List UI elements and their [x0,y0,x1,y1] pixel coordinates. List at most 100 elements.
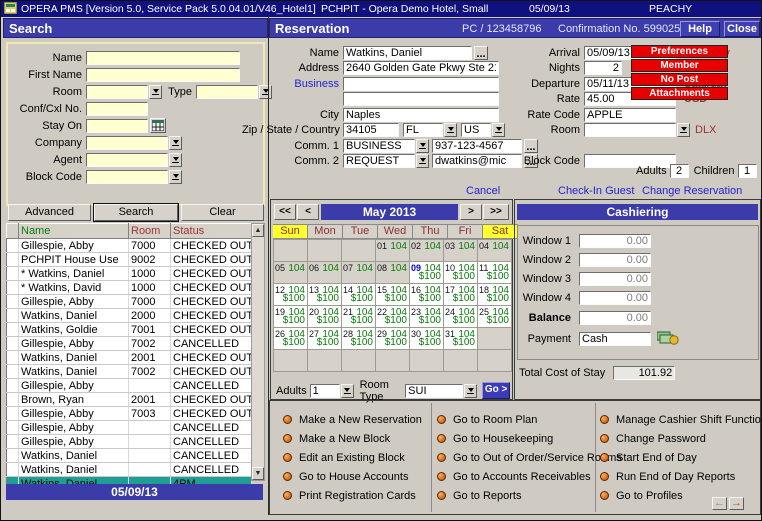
reservation-flag-button[interactable]: Member [631,59,728,72]
calendar-day-cell[interactable]: 12 104 $100 [274,284,308,306]
calendar-day-cell[interactable]: 16 104 $100 [410,284,444,306]
search-company-input[interactable] [86,136,168,150]
reservation-flag-button[interactable]: Preferences [631,45,728,58]
calendar-day-cell[interactable] [410,350,444,372]
result-row[interactable]: Gillespie, Abby 7000 CHECKED OUT [7,239,252,253]
calendar-day-cell[interactable] [308,350,342,372]
result-row[interactable]: Brown, Ryan 2001 CHECKED OUT [7,393,252,407]
calendar-day-cell[interactable]: 24 104 $100 [444,306,478,328]
menu-link[interactable]: Go to House Accounts [283,467,422,486]
next-month-button[interactable]: > [460,204,482,220]
calendar-day-cell[interactable]: 09 104 $100 [410,262,444,284]
menu-link[interactable]: Go to Out of Order/Service Rooms [437,448,622,467]
comm1-type-input[interactable] [343,139,415,153]
result-row[interactable]: Watkins, Daniel CANCELLED [7,463,252,477]
res-zip-input[interactable] [343,123,399,137]
menu-link[interactable]: Make a New Block [283,429,422,448]
window-amount-field[interactable] [579,253,651,267]
help-button[interactable]: Help [680,21,720,37]
res-address2-input[interactable] [343,92,499,106]
result-row[interactable]: Watkins, Daniel 7002 CHECKED OUT [7,365,252,379]
calendar-day-cell[interactable]: 30 104 $100 [410,328,444,350]
calendar-day-cell[interactable]: 17 104 $100 [444,284,478,306]
comm2-dropdown-button[interactable] [416,154,429,168]
calendar-day-cell[interactable]: 03 104 [444,240,478,262]
menu-link[interactable]: Go to Room Plan [437,410,622,429]
calendar-day-cell[interactable] [478,350,512,372]
state-dropdown-button[interactable] [444,123,457,137]
comm1-dropdown-button[interactable] [416,139,429,153]
name-lookup-button[interactable]: ... [474,46,488,60]
calendar-day-cell[interactable]: 07 104 [342,262,376,284]
room-dropdown-button[interactable] [149,85,162,99]
calendar-day-cell[interactable]: 11 104 $100 [478,262,512,284]
calendar-day-cell[interactable]: 21 104 $100 [342,306,376,328]
calendar-day-cell[interactable] [342,240,376,262]
result-row[interactable]: Gillespie, Abby CANCELLED [7,421,252,435]
menu-link[interactable]: Go to Housekeeping [437,429,622,448]
payment-field[interactable] [579,332,651,346]
calendar-day-cell[interactable] [444,350,478,372]
comm1-value-input[interactable] [432,139,522,153]
calendar-day-cell[interactable]: 15 104 $100 [376,284,410,306]
result-row[interactable]: Gillespie, Abby 7000 CHECKED OUT [7,295,252,309]
menu-link[interactable]: Change Password [600,429,762,448]
company-dropdown-button[interactable] [169,136,182,150]
search-type-input[interactable] [196,85,258,99]
go-button[interactable]: Go > [482,382,510,399]
calendar-day-cell[interactable]: 20 104 $100 [308,306,342,328]
search-block-code-input[interactable] [86,170,168,184]
search-agent-input[interactable] [86,153,168,167]
room-number-dropdown-button[interactable] [677,123,690,137]
calendar-day-cell[interactable] [478,328,512,350]
res-country-input[interactable] [461,123,491,137]
search-name-input[interactable] [86,51,240,65]
calendar-day-cell[interactable] [376,350,410,372]
agent-dropdown-button[interactable] [169,153,182,167]
menu-link[interactable]: Manage Cashier Shift Functions [600,410,762,429]
res-name-input[interactable] [343,46,472,60]
menu-link[interactable]: Go to Reports [437,486,622,505]
calendar-day-cell[interactable]: 28 104 $100 [342,328,376,350]
res-city-input[interactable] [343,108,499,122]
calendar-day-cell[interactable]: 06 104 [308,262,342,284]
calendar-day-cell[interactable]: 02 104 [410,240,444,262]
search-room-input[interactable] [86,85,148,99]
prev-year-button[interactable]: << [274,204,296,220]
cal-room-type-input[interactable] [405,384,463,398]
reservation-flag-button[interactable]: Attachments [631,87,728,100]
calendar-day-cell[interactable] [274,240,308,262]
calendar-day-cell[interactable] [274,350,308,372]
check-in-guest-link[interactable]: Check-In Guest [558,185,634,197]
menu-link[interactable]: Make a New Reservation [283,410,422,429]
menu-link[interactable]: Start End of Day [600,448,762,467]
column-name[interactable]: Name [19,224,129,239]
calendar-day-cell[interactable]: 08 104 [376,262,410,284]
calendar-day-cell[interactable]: 14 104 $100 [342,284,376,306]
menu-link[interactable]: Go to Accounts Receivables [437,467,622,486]
search-first-name-input[interactable] [86,68,240,82]
calendar-day-cell[interactable]: 04 104 [478,240,512,262]
calendar-day-cell[interactable]: 10 104 $100 [444,262,478,284]
business-link[interactable]: Business [270,78,343,90]
calendar-day-cell[interactable]: 26 104 $100 [274,328,308,350]
balance-field[interactable] [579,311,651,325]
children-input[interactable] [738,164,757,178]
result-row[interactable]: Watkins, Daniel CANCELLED [7,449,252,463]
cal-adults-input[interactable] [310,384,340,398]
result-row[interactable]: Watkins, Goldie 7001 CHECKED OUT [7,323,252,337]
calendar-day-cell[interactable]: 31 104 $100 [444,328,478,350]
res-address-input[interactable] [343,61,499,75]
calendar-day-cell[interactable]: 05 104 [274,262,308,284]
search-stay-on-input[interactable] [86,119,148,133]
cal-adults-dropdown-button[interactable] [341,384,354,398]
result-row[interactable]: Gillespie, Abby 7003 CHECKED OUT [7,407,252,421]
calendar-day-cell[interactable]: 25 104 $100 [478,306,512,328]
result-row[interactable]: * Watkins, David 1000 CHECKED OUT [7,281,252,295]
nights-input[interactable] [584,61,622,75]
res-business-input[interactable] [343,77,499,91]
clear-button[interactable]: Clear [181,204,264,221]
calendar-day-cell[interactable]: 19 104 $100 [274,306,308,328]
menu-link[interactable]: Edit an Existing Block [283,448,422,467]
result-row[interactable]: PCHPIT House Use 9002 CHECKED OUT [7,253,252,267]
